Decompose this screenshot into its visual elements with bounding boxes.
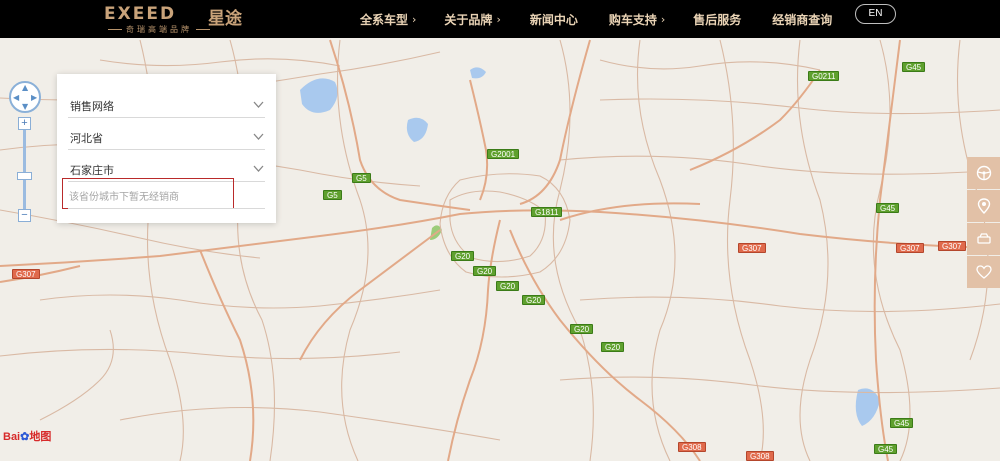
side-toolbar xyxy=(967,157,1000,289)
road-label: G20 xyxy=(601,342,625,352)
dealer-search-panel: 销售网络 河北省 石家庄市 该省份城市下暂无经销商 xyxy=(57,74,276,223)
road-label: G308 xyxy=(678,442,706,452)
main-nav: 全系车型 › 关于品牌 › 新闻中心 购车支持 › 售后服务 经销商查询 xyxy=(360,0,832,38)
test-drive-button[interactable] xyxy=(967,157,1000,189)
chevron-down-icon xyxy=(253,101,264,108)
road-label: G45 xyxy=(902,62,926,72)
road-label: G308 xyxy=(746,451,774,461)
road-label: G20 xyxy=(522,295,546,305)
divider xyxy=(68,208,265,209)
network-select-value: 销售网络 xyxy=(70,100,114,113)
road-label: G307 xyxy=(738,243,766,253)
no-dealer-notice-text: 该省份城市下暂无经销商 xyxy=(69,192,179,203)
road-label: G20 xyxy=(473,266,497,276)
road-label: G307 xyxy=(938,241,966,251)
chevron-down-icon xyxy=(253,165,264,172)
logo-chinese: 星途 xyxy=(208,9,242,29)
favorites-button[interactable] xyxy=(967,256,1000,288)
road-label: G307 xyxy=(12,269,40,279)
chevron-right-icon: › xyxy=(660,12,666,26)
road-label: G2001 xyxy=(487,149,520,159)
pan-left-icon[interactable]: ◀ xyxy=(13,94,19,102)
nav-label: 关于品牌 xyxy=(444,12,493,27)
road-label: G307 xyxy=(896,243,924,253)
pan-down-icon[interactable]: ▼ xyxy=(22,103,28,111)
logo-wordmark: EXEED xyxy=(104,4,177,24)
baidu-paw-icon: ✿ xyxy=(20,431,30,443)
road-label: G20 xyxy=(570,324,594,334)
chevron-right-icon: › xyxy=(496,12,501,26)
pan-up-icon[interactable]: ▲ xyxy=(22,84,28,92)
province-select[interactable]: 河北省 xyxy=(68,126,265,150)
nav-item-models[interactable]: 全系车型 › xyxy=(360,11,416,28)
location-pin-icon xyxy=(977,198,990,214)
zoom-slider-handle[interactable] xyxy=(17,172,32,180)
site-header: EXEED 星途 奇瑞高端品牌 全系车型 › 关于品牌 › 新闻中心 购车支持 › 售… xyxy=(0,0,1000,38)
heart-icon xyxy=(975,265,992,279)
road-label: G0211 xyxy=(808,71,840,81)
road-label: G45 xyxy=(890,418,914,428)
logo-tagline: 奇瑞高端品牌 xyxy=(108,25,210,34)
chevron-right-icon: › xyxy=(412,12,417,26)
road-label: G45 xyxy=(874,444,898,454)
pan-right-icon[interactable]: ▶ xyxy=(31,94,37,102)
nav-label: 经销商查询 xyxy=(772,12,833,27)
road-label: G20 xyxy=(451,251,475,261)
baidu-logo-cn: 地图 xyxy=(29,431,52,443)
nav-label: 售后服务 xyxy=(693,12,742,27)
nav-item-brand[interactable]: 关于品牌 › xyxy=(444,11,500,28)
brand-logo[interactable]: EXEED 星途 奇瑞高端品牌 xyxy=(104,4,254,34)
zoom-slider-track[interactable] xyxy=(23,127,26,212)
language-button[interactable]: EN xyxy=(855,4,896,24)
nav-item-purchase[interactable]: 购车支持 › xyxy=(609,11,665,28)
road-label: G20 xyxy=(496,281,520,291)
steering-wheel-icon xyxy=(976,165,991,181)
map-pan-control[interactable]: ▲ ▼ ◀ ▶ xyxy=(9,81,41,113)
no-dealer-notice: 该省份城市下暂无经销商 xyxy=(62,178,234,209)
baidu-logo-text: Bai xyxy=(3,431,21,443)
zoom-out-button[interactable]: − xyxy=(18,209,31,222)
chevron-down-icon xyxy=(253,133,264,140)
baidu-map-logo[interactable]: Bai✿地图 xyxy=(3,428,51,444)
province-select-value: 河北省 xyxy=(70,132,103,145)
nav-item-dealer-search[interactable]: 经销商查询 xyxy=(772,11,832,28)
car-icon xyxy=(976,233,991,244)
road-label: G45 xyxy=(876,203,900,213)
nav-label: 购车支持 xyxy=(608,12,657,27)
road-label: G5 xyxy=(352,173,371,183)
dealer-locator-button[interactable] xyxy=(967,190,1000,222)
network-select[interactable]: 销售网络 xyxy=(68,94,265,118)
road-label: G1811 xyxy=(531,207,563,217)
road-label: G5 xyxy=(323,190,342,200)
nav-item-service[interactable]: 售后服务 xyxy=(693,11,741,28)
city-select-value: 石家庄市 xyxy=(70,164,114,177)
zoom-in-button[interactable]: + xyxy=(18,117,31,130)
nav-label: 全系车型 xyxy=(360,12,409,27)
nav-item-news[interactable]: 新闻中心 xyxy=(530,11,578,28)
car-configurator-button[interactable] xyxy=(967,223,1000,255)
nav-label: 新闻中心 xyxy=(529,12,578,27)
